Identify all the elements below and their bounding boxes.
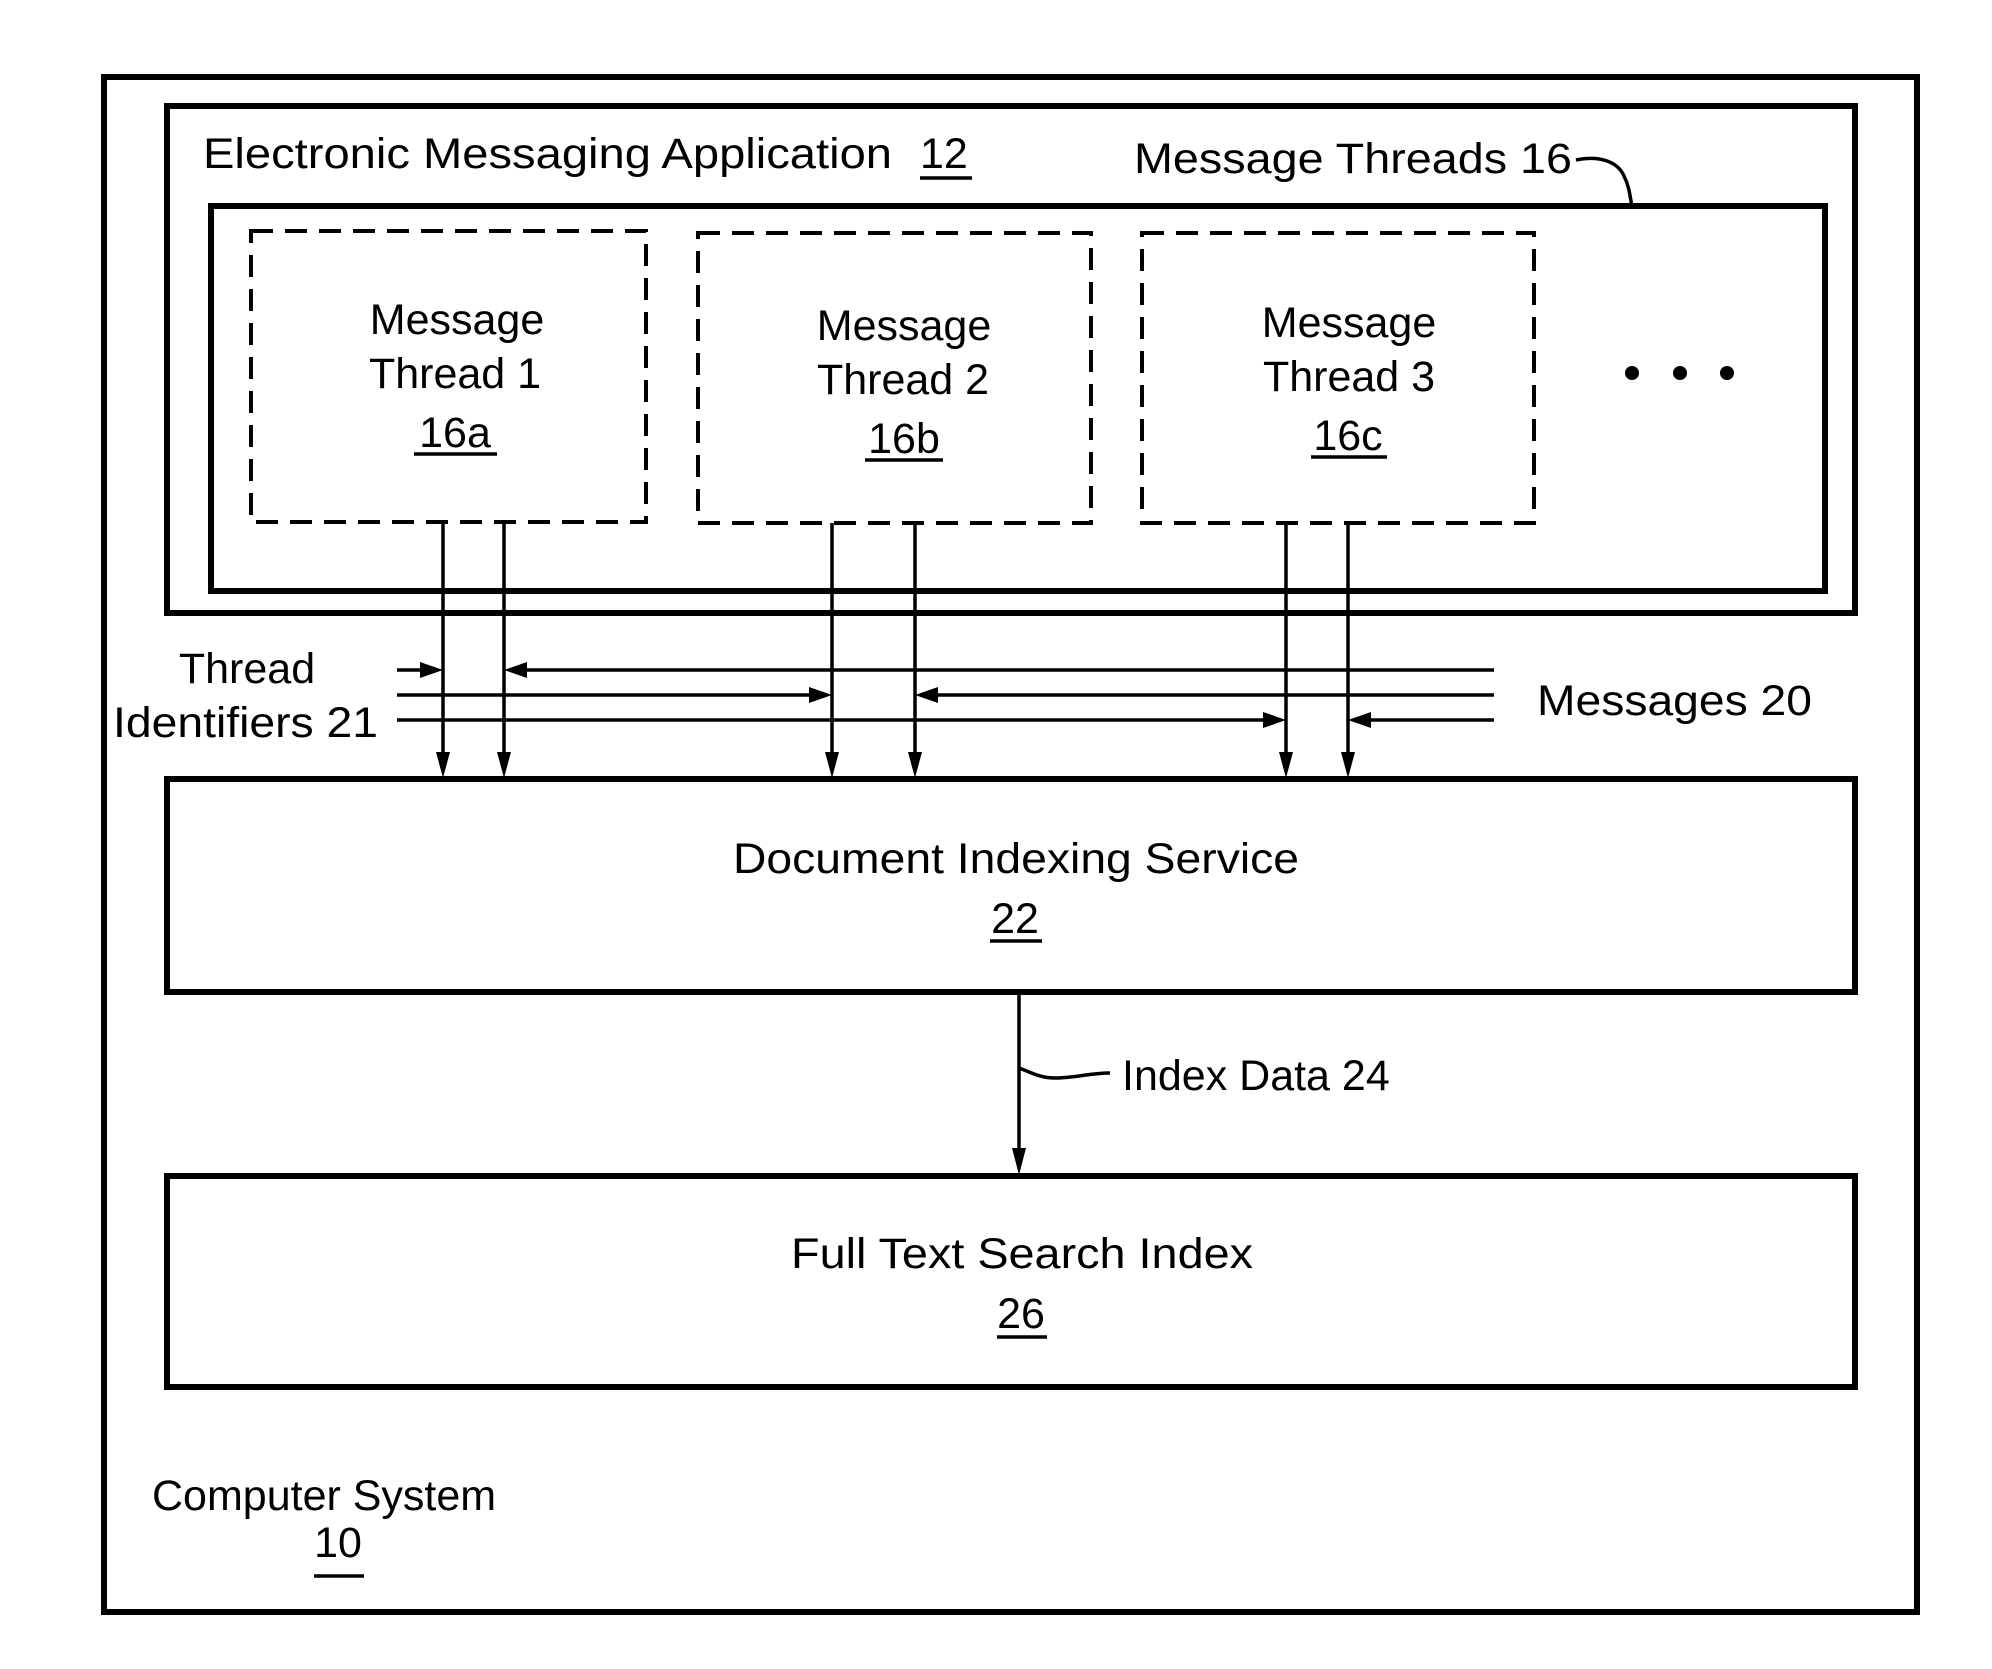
document-indexing-service-label: Document Indexing Service [733,835,1299,883]
arrowhead-right-icon [809,687,832,703]
messages-label: Messages 20 [1537,677,1812,725]
arrowhead-left-icon [504,662,527,678]
patent-diagram: Computer System 10 Electronic Messaging … [101,74,1920,1615]
full-text-search-index-border [164,1173,1858,1390]
message-thread-1[interactable]: Message Thread 1 16a [249,229,648,524]
arrowhead-down-icon [825,752,839,778]
message-thread-1-line2: Thread 1 [369,350,541,398]
ellipsis-dot [1720,366,1734,380]
document-indexing-service-box[interactable]: Document Indexing Service 22 [164,776,1858,995]
message-threads-leader [1575,156,1634,207]
full-text-search-index-box[interactable]: Full Text Search Index 26 [164,1173,1858,1390]
arrowhead-down-icon [1012,1148,1026,1175]
message-thread-3-line2: Thread 3 [1263,353,1435,401]
document-indexing-service-border [164,776,1858,995]
full-text-search-index-ref: 26 [997,1290,1045,1338]
message-thread-3[interactable]: Message Thread 3 16c [1140,231,1536,525]
arrowhead-down-icon [436,752,450,778]
messaging-application-ref: 12 [920,130,968,178]
arrowhead-left-icon [915,687,938,703]
message-thread-2-line2: Thread 2 [817,356,989,404]
computer-system-ref: 10 [314,1519,362,1567]
computer-system-label: Computer System [152,1472,496,1520]
message-thread-3-ref: 16c [1313,412,1382,460]
index-data-leader [1018,1066,1111,1080]
message-thread-1-ref: 16a [419,409,491,457]
arrowhead-right-icon [1263,712,1286,728]
messaging-application-label: Electronic Messaging Application [203,130,892,178]
arrowhead-right-icon [420,662,443,678]
message-thread-1-line1: Message [370,296,544,344]
thread-identifiers-label-line2: Identifiers 21 [113,699,378,747]
thread-to-indexer-arrows [436,522,1355,778]
arrowhead-down-icon [1341,752,1355,778]
message-thread-2-ref: 16b [868,415,940,463]
messaging-application-box: Electronic Messaging Application 12 Mess… [164,103,1858,616]
full-text-search-index-label: Full Text Search Index [791,1230,1254,1278]
thread-identifiers-label-line1: Thread [179,645,315,693]
arrowhead-down-icon [497,752,511,778]
ellipsis-dot [1673,366,1687,380]
document-indexing-service-ref: 22 [991,895,1039,943]
message-thread-2[interactable]: Message Thread 2 16b [696,231,1093,525]
arrowhead-left-icon [1348,712,1371,728]
index-data-arrow [1012,992,1111,1175]
arrowhead-down-icon [1279,752,1293,778]
message-thread-3-line1: Message [1262,299,1436,347]
arrowhead-down-icon [908,752,922,778]
message-threads-label: Message Threads 16 [1134,135,1572,183]
index-data-label: Index Data 24 [1122,1052,1390,1100]
more-threads-ellipsis-icon [1625,366,1734,380]
message-threads-container [208,203,1828,594]
ellipsis-dot [1625,366,1639,380]
message-thread-2-line1: Message [817,302,991,350]
